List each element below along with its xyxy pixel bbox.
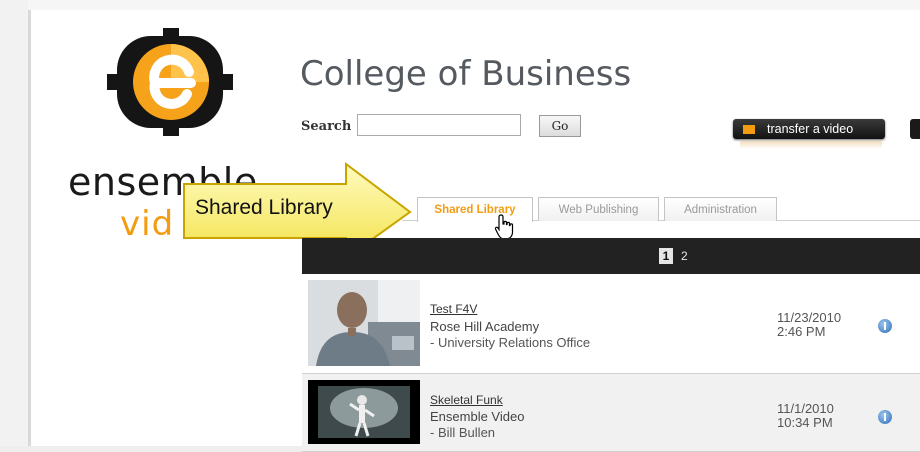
video-thumbnail[interactable]: [308, 380, 420, 444]
video-owner: Rose Hill Academy: [430, 319, 540, 334]
video-title-link[interactable]: Skeletal Funk: [430, 393, 503, 407]
toolbar-button-partial[interactable]: [910, 119, 920, 139]
video-department: - Bill Bullen: [430, 425, 496, 440]
page-link-2[interactable]: 2: [681, 248, 688, 264]
video-time: 10:34 PM: [777, 415, 833, 430]
video-time: 2:46 PM: [777, 324, 826, 339]
video-title-link[interactable]: Test F4V: [430, 302, 477, 316]
tab-shared-library[interactable]: Shared Library: [417, 197, 533, 222]
transfer-video-button[interactable]: transfer a video: [733, 119, 885, 139]
button-reflection: [740, 141, 882, 149]
transfer-video-label: transfer a video: [767, 122, 854, 136]
info-icon[interactable]: [878, 319, 892, 333]
tab-administration[interactable]: Administration: [664, 197, 777, 221]
flag-icon: [743, 124, 755, 134]
search-input[interactable]: [357, 114, 521, 136]
video-owner: Ensemble Video: [430, 409, 525, 424]
video-date: 11/23/2010: [777, 310, 842, 325]
logo-subtitle: vid: [120, 204, 175, 244]
callout-label: Shared Library: [195, 196, 333, 219]
table-row: Test F4V Rose Hill Academy - University …: [302, 274, 920, 374]
video-date: 11/1/2010: [777, 401, 834, 416]
video-department: - University Relations Office: [430, 335, 591, 350]
page-title: College of Business: [300, 54, 632, 94]
window-top-border: [28, 0, 920, 10]
tab-web-publishing[interactable]: Web Publishing: [538, 197, 659, 221]
window-left-border: [0, 0, 31, 452]
info-icon[interactable]: [878, 410, 892, 424]
pagination-bar: [302, 238, 920, 274]
search-label: Search: [301, 119, 352, 134]
go-button[interactable]: Go: [539, 115, 581, 137]
table-row: Skeletal Funk Ensemble Video - Bill Bull…: [302, 374, 920, 452]
hand-cursor-icon: [494, 214, 514, 240]
page-current: 1: [659, 248, 673, 264]
ensemble-e-logo-icon[interactable]: [105, 26, 235, 138]
video-thumbnail[interactable]: [308, 280, 420, 366]
